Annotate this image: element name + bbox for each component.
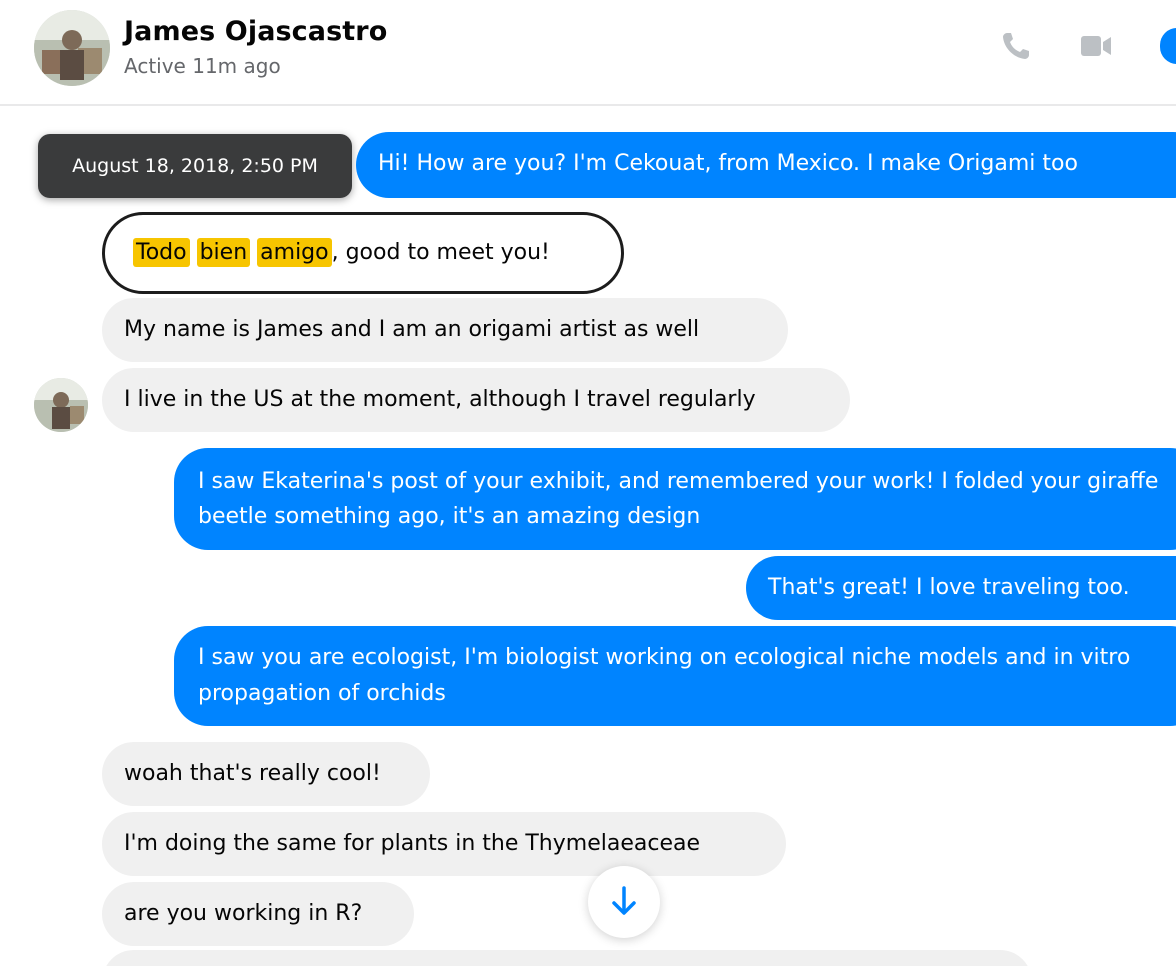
message-text: My name is James and I am an origami art… xyxy=(124,317,700,342)
message-text: I saw you are ecologist, I'm biologist w… xyxy=(198,645,1131,706)
highlighted-word: Todo xyxy=(133,238,190,267)
message-incoming-partial[interactable] xyxy=(102,950,1032,966)
video-camera-icon[interactable] xyxy=(1078,28,1114,64)
timestamp-tooltip: August 18, 2018, 2:50 PM xyxy=(38,134,352,198)
contact-avatar-small[interactable] xyxy=(34,378,88,432)
phone-icon[interactable] xyxy=(998,28,1034,64)
message-text: Hi! How are you? I'm Cekouat, from Mexic… xyxy=(378,151,1078,176)
message-text: That's great! I love traveling too. xyxy=(768,575,1130,600)
message-outgoing[interactable]: I saw Ekaterina's post of your exhibit, … xyxy=(174,448,1176,550)
conversation-header: James Ojascastro Active 11m ago xyxy=(0,0,1176,106)
messenger-window: James Ojascastro Active 11m ago August 1… xyxy=(0,0,1176,966)
message-outgoing[interactable]: Hi! How are you? I'm Cekouat, from Mexic… xyxy=(356,132,1176,198)
message-text: I'm doing the same for plants in the Thy… xyxy=(124,831,700,856)
contact-avatar[interactable] xyxy=(34,10,110,86)
message-incoming[interactable]: are you working in R? xyxy=(102,882,414,946)
message-text: are you working in R? xyxy=(124,901,363,926)
message-text: I saw Ekaterina's post of your exhibit, … xyxy=(198,469,1159,529)
message-incoming[interactable]: woah that's really cool! xyxy=(102,742,430,806)
scroll-to-bottom-button[interactable] xyxy=(588,866,660,938)
message-text: woah that's really cool! xyxy=(124,761,381,786)
message-text: I live in the US at the moment, although… xyxy=(124,387,756,412)
message-incoming-selected[interactable]: Todo bien amigo, good to meet you! xyxy=(102,212,624,294)
info-icon[interactable] xyxy=(1160,28,1176,64)
arrow-down-icon xyxy=(612,886,636,915)
contact-status: Active 11m ago xyxy=(124,54,281,78)
message-outgoing[interactable]: I saw you are ecologist, I'm biologist w… xyxy=(174,626,1176,726)
message-outgoing[interactable]: That's great! I love traveling too. xyxy=(746,556,1176,620)
message-incoming[interactable]: I'm doing the same for plants in the Thy… xyxy=(102,812,786,876)
highlighted-word: amigo xyxy=(257,238,332,267)
message-incoming[interactable]: I live in the US at the moment, although… xyxy=(102,368,850,432)
message-text: , good to meet you! xyxy=(331,240,550,265)
highlighted-word: bien xyxy=(196,238,251,267)
message-incoming[interactable]: My name is James and I am an origami art… xyxy=(102,298,788,362)
contact-name[interactable]: James Ojascastro xyxy=(124,16,387,47)
